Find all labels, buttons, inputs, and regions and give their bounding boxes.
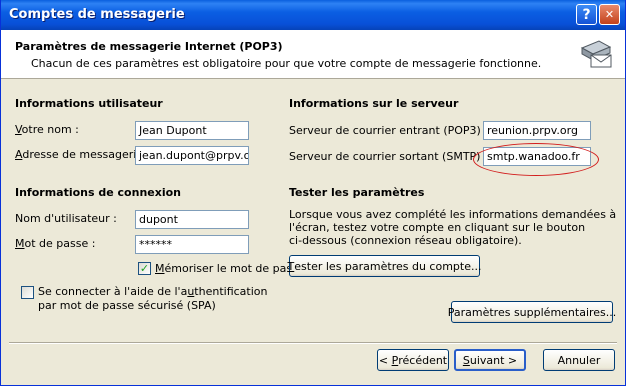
checkmark-icon: ✓: [139, 262, 150, 275]
dialog-header: Paramètres de messagerie Internet (POP3)…: [1, 30, 625, 79]
outgoing-server-label: Serveur de courrier sortant (SMTP) :: [289, 150, 488, 163]
password-label: Mot de passe :: [15, 237, 96, 250]
username-input[interactable]: dupont: [135, 210, 249, 229]
test-settings-heading: Tester les paramètres: [289, 186, 425, 199]
help-button[interactable]: ?: [576, 4, 597, 25]
server-info-heading: Informations sur le serveur: [289, 97, 459, 110]
previous-button[interactable]: < Précédent: [377, 349, 449, 371]
more-settings-button[interactable]: Paramètres supplémentaires...: [448, 301, 616, 323]
email-input[interactable]: jean.dupont@prpv.org: [135, 146, 249, 165]
username-label: Nom d'utilisateur :: [15, 212, 117, 225]
test-description-line2: l'écran, testez votre compte en cliquant…: [289, 221, 586, 234]
spa-label-line1[interactable]: Se connecter à l'aide de l'authentificat…: [38, 285, 267, 298]
footer-divider: [9, 342, 617, 344]
mail-account-icon: [580, 40, 612, 68]
name-label: Votre nom :: [15, 123, 79, 136]
incoming-server-label: Serveur de courrier entrant (POP3) :: [289, 124, 489, 137]
close-button[interactable]: ✕: [599, 4, 620, 25]
outgoing-server-input[interactable]: smtp.wanadoo.fr: [483, 147, 591, 166]
spa-checkbox[interactable]: [21, 286, 34, 299]
previous-arrow-icon: <: [378, 353, 389, 367]
incoming-server-input[interactable]: reunion.prpv.org: [483, 121, 591, 140]
email-label: Adresse de messagerie :: [15, 148, 151, 161]
mail-account-dialog: Comptes de messagerie ? ✕ Paramètres de …: [0, 0, 626, 386]
test-description-line1: Lorsque vous avez complété les informati…: [289, 208, 617, 221]
help-icon: ?: [582, 6, 591, 23]
window-title: Comptes de messagerie: [9, 7, 185, 22]
cancel-button[interactable]: Annuler: [543, 349, 615, 371]
title-bar[interactable]: Comptes de messagerie ? ✕: [1, 0, 625, 30]
remember-password-checkbox[interactable]: ✓: [138, 262, 151, 275]
spa-label-line2[interactable]: par mot de passe sécurisé (SPA): [38, 299, 216, 312]
remember-password-label[interactable]: Mémoriser le mot de passe: [155, 262, 305, 275]
test-description-line3: ci-dessous (connexion réseau obligatoire…: [289, 234, 522, 247]
logon-info-heading: Informations de connexion: [15, 186, 181, 199]
test-account-settings-button[interactable]: Tester les paramètres du compte...: [288, 255, 481, 277]
name-input[interactable]: Jean Dupont: [135, 121, 249, 140]
header-description: Chacun de ces paramètres est obligatoire…: [31, 57, 542, 70]
password-input[interactable]: ******: [135, 235, 249, 254]
close-icon: ✕: [604, 8, 615, 21]
user-info-heading: Informations utilisateur: [15, 97, 163, 110]
header-title: Paramètres de messagerie Internet (POP3): [15, 40, 283, 53]
next-arrow-icon: >: [507, 353, 518, 367]
next-button[interactable]: Suivant >: [454, 349, 526, 371]
